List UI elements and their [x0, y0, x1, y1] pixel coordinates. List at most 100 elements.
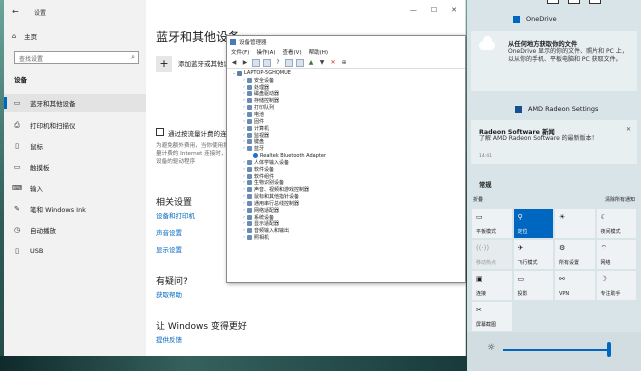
tree-category-item[interactable]: › 电池: [231, 111, 465, 118]
help-icon[interactable]: ?: [274, 59, 282, 67]
night-light-icon: ☾: [600, 213, 607, 221]
quick-action-tile[interactable]: ☾ 夜间模式: [596, 209, 636, 238]
forward-icon[interactable]: ▶: [241, 59, 249, 67]
location-icon: ⚲: [517, 213, 523, 221]
quick-action-label: 平板模式: [476, 229, 497, 235]
notification-title: 从任何地方获取你的文件: [508, 41, 578, 48]
quick-action-tile[interactable]: ▭ 投影: [513, 271, 553, 300]
minimize-icon[interactable]: —: [410, 6, 417, 14]
device-category-icon: [247, 105, 252, 111]
window-icon[interactable]: [568, 0, 580, 4]
device-category-icon: [247, 180, 252, 186]
display-settings-link[interactable]: 显示设置: [156, 244, 182, 254]
nav-item-pen[interactable]: ✎ 笔和 Windows Ink: [4, 200, 146, 218]
quick-action-label: 定位: [517, 229, 528, 235]
plus-icon: +: [159, 57, 169, 70]
tree-category-item[interactable]: › 照相机: [231, 234, 465, 241]
device-category-icon: [247, 200, 252, 206]
pen-icon: ✎: [14, 205, 20, 213]
disable-icon[interactable]: ▼: [318, 59, 326, 67]
menu-file[interactable]: 文件(F): [231, 48, 249, 56]
device-category-icon: [247, 207, 252, 213]
quick-action-label: 连接: [476, 291, 487, 297]
maximize-icon[interactable]: ☐: [431, 6, 437, 14]
feedback-link[interactable]: 提供反馈: [156, 334, 182, 344]
device-category-icon: [247, 221, 252, 227]
search-icon: ⌕: [131, 53, 135, 61]
device-category-icon: [247, 132, 252, 138]
settings-icon: ⚙: [559, 244, 566, 252]
project-icon: ▭: [517, 275, 525, 283]
nav-item-autoplay[interactable]: ◷ 自动播放: [4, 221, 146, 239]
tablet-mode-icon: ▭: [476, 213, 483, 221]
window-icon[interactable]: [589, 0, 601, 4]
quick-action-tile[interactable]: ⚙ 所有设置: [555, 240, 595, 269]
view-icon[interactable]: [263, 58, 271, 67]
device-category-icon: [247, 77, 252, 83]
close-icon[interactable]: ✕: [451, 6, 457, 14]
vpn-icon: ⚯: [559, 275, 565, 283]
brightness-icon: ☀: [559, 213, 566, 221]
nav-item-usb[interactable]: ▯ USB: [4, 242, 146, 260]
tree-category-item[interactable]: › 蓝牙: [231, 145, 465, 152]
related-settings-heading: 相关设置: [156, 198, 193, 208]
amd-notification[interactable]: Radeon Software 新闻 了解 AMD Radeon Softwar…: [471, 120, 637, 164]
nav-item-mouse[interactable]: ▯ 鼠标: [4, 137, 146, 155]
brightness-slider-track[interactable]: [503, 349, 609, 351]
quick-action-tile[interactable]: ▭ 平板模式: [472, 209, 512, 238]
monitor-icon[interactable]: [296, 58, 304, 67]
metered-download-checkbox[interactable]: [156, 128, 164, 136]
uninstall-icon[interactable]: ✕: [329, 59, 337, 67]
amd-app-icon: [515, 105, 522, 113]
home-nav-item[interactable]: ⌂ 主页: [12, 31, 37, 41]
notification-icon[interactable]: [547, 0, 559, 4]
update-driver-icon[interactable]: ▲: [307, 59, 315, 67]
tree-category-item[interactable]: › 打印队列: [231, 104, 465, 111]
menu-help[interactable]: 帮助(H): [309, 48, 328, 56]
tree-category-item[interactable]: › 监视器: [231, 132, 465, 139]
quick-action-tile[interactable]: ✈ 飞行模式: [513, 240, 553, 269]
device-category-icon: [247, 139, 252, 145]
tree-category-item[interactable]: › 键盘: [231, 138, 465, 145]
nav-item-touchpad[interactable]: ▭ 触摸板: [4, 158, 146, 176]
list-icon[interactable]: [285, 58, 293, 67]
nav-item-printers[interactable]: ⎙ 打印机和扫描仪: [4, 116, 146, 134]
device-tree: ⌄ LAPTOP-5GHQMUE › 安全设备 › 处理器 › 磁盘驱动器 › 存储控制器 › 打…: [227, 70, 465, 282]
devices-printers-link[interactable]: 设备和打印机: [156, 210, 195, 220]
menu-view[interactable]: 查看(V): [283, 48, 302, 56]
quick-action-tile[interactable]: ▣ 连接: [472, 271, 512, 300]
quick-action-label: 所有设置: [559, 260, 580, 266]
quick-action-tile[interactable]: ⚲ 定位: [513, 209, 553, 238]
quick-action-label: VPN: [559, 291, 570, 297]
back-arrow-icon[interactable]: ←: [12, 7, 19, 16]
clear-all-button[interactable]: 清除所有通知: [605, 196, 635, 203]
back-icon[interactable]: ◀: [230, 59, 238, 67]
nav-item-bluetooth[interactable]: ▭ 蓝牙和其他设备: [4, 94, 146, 112]
quick-action-label: 移动热点: [476, 260, 497, 266]
get-help-link[interactable]: 获取帮助: [156, 289, 182, 299]
normal-group: 常规: [471, 175, 637, 191]
quick-action-label: 投影: [517, 291, 528, 297]
cloud-icon: [479, 36, 495, 50]
notification-time: 14:41: [479, 154, 492, 159]
autoplay-icon: ◷: [13, 226, 21, 234]
brightness-slider-thumb[interactable]: [606, 342, 611, 357]
collapse-button[interactable]: 折叠: [473, 196, 483, 203]
quick-action-tile[interactable]: ☀: [555, 209, 595, 238]
add-device-button[interactable]: +: [156, 56, 172, 72]
sound-settings-link[interactable]: 声音设置: [156, 227, 182, 237]
quick-action-tile[interactable]: ((·)) 移动热点: [472, 240, 512, 269]
onedrive-notification[interactable]: 从任何地方获取你的文件 OneDrive 显示的你的文件、照片和 PC 上，以从…: [471, 31, 637, 91]
window-title: 设置: [34, 10, 47, 17]
quick-action-tile[interactable]: ☽ 专注助手: [596, 271, 636, 300]
menu-action[interactable]: 操作(A): [256, 48, 275, 56]
quick-action-tile[interactable]: ⌔ 网络: [596, 240, 636, 269]
quick-action-tile[interactable]: ✂ 屏幕截图: [472, 302, 512, 331]
scan-icon[interactable]: ⊕: [340, 59, 348, 67]
device-category-icon: [247, 111, 252, 117]
search-input[interactable]: 查找设置 ⌕: [14, 51, 139, 64]
properties-icon[interactable]: [252, 58, 260, 67]
dismiss-icon[interactable]: ✕: [626, 126, 631, 133]
quick-action-tile[interactable]: ⚯ VPN: [555, 271, 595, 300]
nav-item-typing[interactable]: ⌨ 输入: [4, 179, 146, 197]
